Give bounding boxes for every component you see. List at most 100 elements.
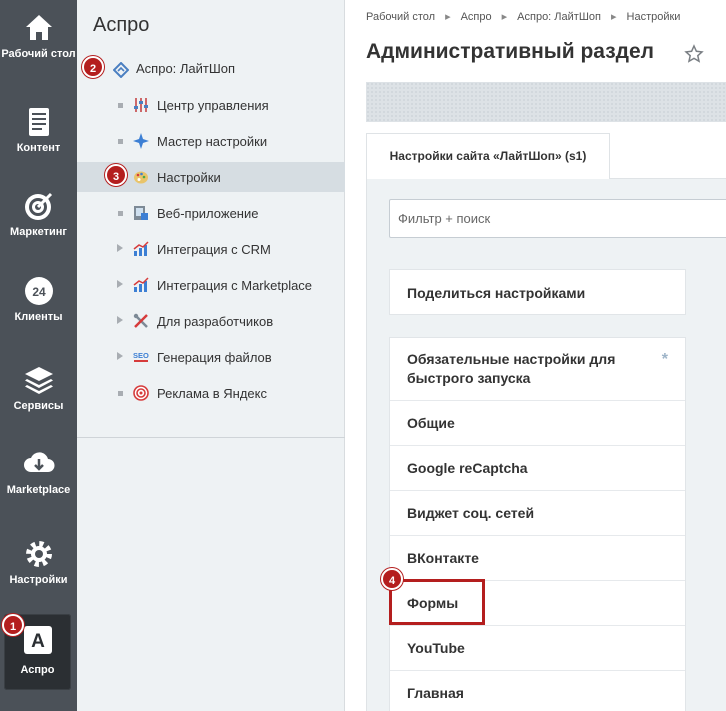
target-red-icon [133, 385, 149, 401]
breadcrumb-separator-icon: ▸ [610, 11, 617, 23]
menu-divider [77, 437, 345, 438]
rail-item-label: Контент [16, 142, 61, 154]
menu-item-label: Мастер настройки [157, 134, 268, 149]
rail-item-clients[interactable]: 24 Клиенты [0, 275, 77, 323]
chart-icon [133, 241, 149, 256]
target-icon [24, 192, 52, 220]
breadcrumb-item[interactable]: Рабочий стол [366, 11, 435, 23]
rail-item-marketplace[interactable]: Marketplace [0, 448, 77, 496]
rail-item-desktop[interactable]: Рабочий стол [0, 12, 77, 60]
rail-item-marketing[interactable]: Маркетинг [0, 190, 77, 238]
filter-search-input[interactable] [389, 199, 726, 238]
menu-item-yandex-ads[interactable]: Реклама в Яндекс [77, 378, 345, 408]
menu-item-label: Настройки [157, 170, 221, 185]
step-badge-1: 1 [2, 614, 24, 636]
menu-title: Аспро [93, 14, 150, 36]
seo-icon: SEO [133, 351, 149, 362]
expand-arrow-icon[interactable] [117, 352, 123, 360]
svg-text:SEO: SEO [133, 351, 149, 360]
rail-item-label: Настройки [9, 574, 68, 586]
step-badge-2: 2 [82, 56, 104, 78]
main-content: Рабочий стол ▸ Аспро ▸ Аспро: ЛайтШоп ▸ Настро… [346, 0, 726, 711]
menu-item-file-generation[interactable]: SEO Генерация файлов [77, 342, 345, 372]
tab-site-settings[interactable]: Настройки сайта «ЛайтШоп» (s1) [366, 133, 610, 179]
document-icon [28, 108, 49, 136]
menu-item-control-center[interactable]: Центр управления [77, 90, 345, 120]
menu-item-crm-integration[interactable]: Интеграция с CRM [77, 234, 345, 264]
breadcrumb-item[interactable]: Аспро [461, 11, 492, 23]
cloud-download-icon [23, 452, 54, 472]
settings-item-vkontakte[interactable]: ВКонтакте [390, 536, 685, 581]
rail-item-label: Аспро [20, 664, 55, 676]
menu-item-label: Центр управления [157, 98, 269, 113]
step-badge-4: 4 [381, 568, 403, 590]
menu-root-aspro-lightshop[interactable]: Аспро: ЛайтШоп [77, 54, 345, 84]
expand-arrow-icon[interactable] [117, 316, 123, 324]
settings-item-social-widget[interactable]: Виджет соц. сетей [390, 491, 685, 536]
settings-item-forms[interactable]: Формы [390, 581, 685, 626]
chart-icon [133, 277, 149, 292]
rail-item-content[interactable]: Контент [0, 106, 77, 154]
menu-item-web-app[interactable]: Веб-приложение [77, 198, 345, 228]
breadcrumb-separator-icon: ▸ [501, 11, 508, 23]
clients-24-icon: 24 [24, 277, 53, 305]
settings-item-general[interactable]: Общие [390, 401, 685, 446]
toolbar [366, 82, 726, 122]
section-menu: Аспро Аспро: ЛайтШоп 2 Центр управления … [77, 0, 345, 711]
settings-item-main[interactable]: Главная [390, 671, 685, 711]
palette-icon [134, 171, 148, 184]
svg-text:A: A [31, 631, 45, 652]
svg-text:24: 24 [32, 285, 46, 299]
sparkle-icon [133, 133, 149, 149]
rail-item-services[interactable]: Сервисы [0, 364, 77, 412]
rail-item-settings[interactable]: Настройки [0, 538, 77, 586]
web-app-icon [134, 206, 148, 220]
settings-item-youtube[interactable]: YouTube [390, 626, 685, 671]
menu-item-label: Интеграция с Marketplace [157, 278, 313, 293]
aspro-diamond-icon [113, 62, 129, 78]
rail-item-label: Клиенты [14, 311, 63, 323]
home-icon [25, 15, 52, 40]
settings-panel: Поделиться настройками Обязательные наст… [366, 179, 726, 711]
breadcrumb-item[interactable]: Аспро: ЛайтШоп [517, 11, 601, 23]
menu-root-label: Аспро: ЛайтШоп [136, 61, 236, 76]
menu-item-label: Реклама в Яндекс [157, 386, 267, 401]
menu-item-label: Интеграция с CRM [157, 242, 271, 257]
bullet [118, 391, 123, 396]
menu-item-label: Генерация файлов [157, 350, 272, 365]
rail-item-label: Сервисы [13, 400, 64, 412]
settings-item-required[interactable]: Обязательные настройки для быстрого запу… [390, 338, 685, 401]
share-settings-button[interactable]: Поделиться настройками [389, 269, 686, 315]
rail-item-label: Рабочий стол [1, 48, 76, 60]
sliders-icon [134, 98, 148, 112]
aspro-a-icon: A [23, 626, 52, 654]
expand-arrow-icon[interactable] [117, 280, 123, 288]
left-rail: Рабочий стол Контент Маркетинг 24 Клиент… [0, 0, 77, 711]
rail-item-label: Маркетинг [10, 226, 67, 238]
settings-list: Обязательные настройки для быстрого запу… [389, 337, 686, 711]
bullet [118, 211, 123, 216]
rail-item-label: Marketplace [6, 484, 71, 496]
settings-item-label: Обязательные настройки для быстрого запу… [407, 351, 616, 386]
settings-item-recaptcha[interactable]: Google reCaptcha [390, 446, 685, 491]
menu-item-label: Для разработчиков [157, 314, 274, 329]
bullet [118, 103, 123, 108]
gear-icon [25, 541, 52, 567]
layers-icon [24, 367, 53, 394]
menu-item-label: Веб-приложение [157, 206, 259, 221]
settings-item-label: Формы [407, 595, 459, 611]
menu-item-developers[interactable]: Для разработчиков [77, 306, 345, 336]
tab-strip: Настройки сайта «ЛайтШоп» (s1) [366, 133, 726, 179]
breadcrumb-item[interactable]: Настройки [627, 11, 681, 23]
expand-arrow-icon[interactable] [117, 244, 123, 252]
star-icon[interactable] [684, 44, 704, 64]
tools-icon [133, 313, 148, 328]
breadcrumb: Рабочий стол ▸ Аспро ▸ Аспро: ЛайтШоп ▸ Настро… [366, 10, 680, 23]
step-badge-3: 3 [105, 164, 127, 186]
breadcrumb-separator-icon: ▸ [445, 11, 451, 23]
menu-item-setup-wizard[interactable]: Мастер настройки [77, 126, 345, 156]
bullet [118, 139, 123, 144]
page-title: Административный раздел [366, 40, 655, 63]
required-asterisk-icon: * [661, 351, 668, 368]
menu-item-marketplace-integration[interactable]: Интеграция с Marketplace [77, 270, 345, 300]
